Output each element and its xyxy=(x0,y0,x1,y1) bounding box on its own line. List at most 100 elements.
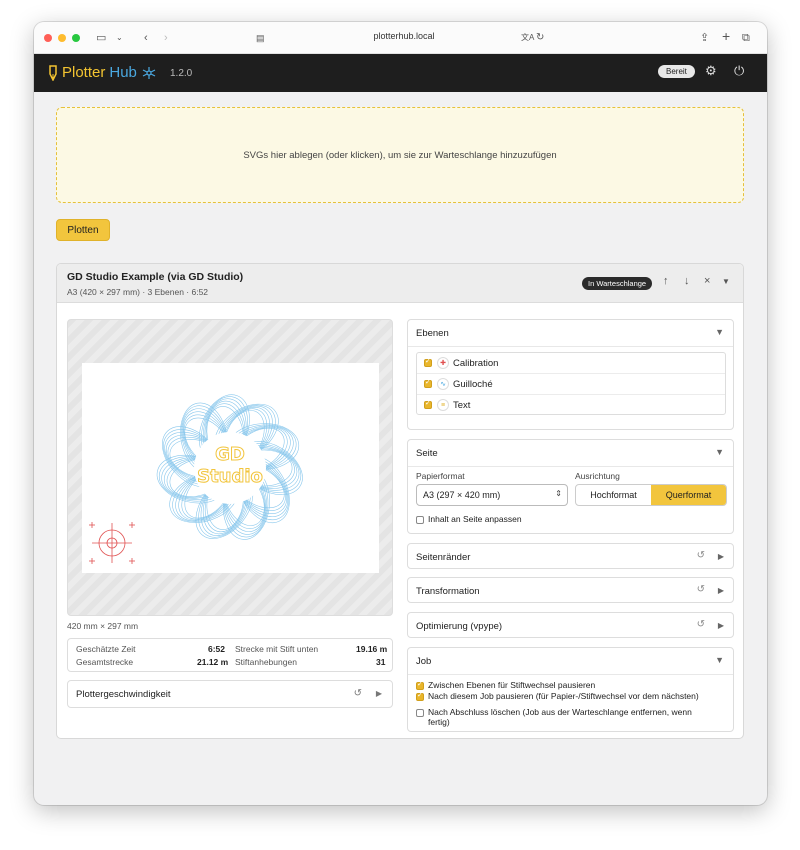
pen-down-label: Strecke mit Stift unten xyxy=(235,644,319,654)
page-icon: ▤ xyxy=(256,33,265,43)
svg-dropzone[interactable]: SVGs hier ablegen (oder klicken), um sie… xyxy=(56,107,744,203)
page-panel: Seite ▼ Papierformat Ausrichtung A3 (297… xyxy=(407,439,734,534)
share-icon[interactable]: ⇪ xyxy=(700,30,709,46)
settings-gear-icon[interactable]: ⚙ xyxy=(705,63,717,79)
dropzone-text: SVGs hier ablegen (oder klicken), um sie… xyxy=(243,149,557,161)
paper-format-label: Papierformat xyxy=(416,471,465,481)
paper-format-select[interactable]: A3 (297 × 420 mm) ⇕ xyxy=(416,484,568,506)
est-time-value: 6:52 xyxy=(208,644,226,654)
close-window-button[interactable] xyxy=(44,34,52,42)
chevron-down-icon[interactable]: ⌄ xyxy=(116,30,123,46)
collapse-icon[interactable]: ▼ xyxy=(722,277,730,286)
pen-icon xyxy=(49,64,57,81)
calibration-mark xyxy=(89,522,135,564)
pause-layers-label: Zwischen Ebenen für Stiftwechsel pausier… xyxy=(428,680,596,690)
move-up-icon[interactable]: ↑ xyxy=(663,275,669,287)
delete-after-label-cont: fertig) xyxy=(428,717,450,727)
plotter-speed-section[interactable]: Plottergeschwindigkeit ↺ ▶ xyxy=(67,680,393,708)
forward-icon[interactable]: › xyxy=(164,30,168,46)
app-header: Plotter Hub 1.2.0 Bereit ⚙ ⏻ xyxy=(34,54,767,92)
layer-name: Text xyxy=(453,400,471,411)
app-version: 1.2.0 xyxy=(170,68,193,79)
zoom-window-button[interactable] xyxy=(72,34,80,42)
expand-arrow-icon[interactable]: ▶ xyxy=(718,552,724,561)
plot-preview: GD Studio xyxy=(67,319,393,616)
pause-after-checkbox[interactable] xyxy=(416,691,424,701)
page-heading[interactable]: Seite xyxy=(416,448,438,459)
tabs-overview-icon[interactable]: ⧉ xyxy=(742,30,750,46)
landscape-option[interactable]: Querformat xyxy=(651,485,726,505)
est-time-label: Geschätzte Zeit xyxy=(76,644,136,654)
paper-dimensions: 420 mm × 297 mm xyxy=(67,621,139,631)
pen-down-value: 19.16 m xyxy=(356,644,388,654)
delete-after-label: Nach Abschluss löschen (Job aus der Wart… xyxy=(428,707,692,717)
collapse-icon[interactable]: ▼ xyxy=(715,447,724,457)
brand-plotter: Plotter xyxy=(62,64,106,81)
job-options-heading[interactable]: Job xyxy=(416,656,431,667)
reset-icon[interactable]: ↺ xyxy=(697,619,705,630)
select-chevron-icon: ⇕ xyxy=(555,489,562,498)
job-title: GD Studio Example (via GD Studio) xyxy=(67,271,244,283)
layer-name: Calibration xyxy=(453,358,499,369)
layers-list: ✚ Calibration ∿ Guilloché ≡ Text xyxy=(416,352,726,415)
layer-checkbox[interactable] xyxy=(424,399,432,409)
layer-checkbox[interactable] xyxy=(424,357,432,367)
section-optimize[interactable]: Optimierung (vpype) ↺ ▶ xyxy=(407,612,734,638)
expand-arrow-icon[interactable]: ▶ xyxy=(718,586,724,595)
reset-icon[interactable]: ↺ xyxy=(697,550,705,561)
new-tab-icon[interactable]: + xyxy=(722,28,730,44)
margins-heading: Seitenränder xyxy=(416,552,471,563)
total-distance-value: 21.12 m xyxy=(197,657,229,667)
paper-format-value: A3 (297 × 420 mm) xyxy=(423,490,501,500)
collapse-icon[interactable]: ▼ xyxy=(715,655,724,665)
reset-icon[interactable]: ↺ xyxy=(697,584,705,595)
layer-item-calibration[interactable]: ✚ Calibration xyxy=(417,353,725,374)
delete-after-checkbox[interactable] xyxy=(416,709,424,717)
job-card-header[interactable]: GD Studio Example (via GD Studio) A3 (42… xyxy=(57,264,743,303)
layer-name: Guilloché xyxy=(453,379,493,390)
layer-item-text[interactable]: ≡ Text xyxy=(417,395,725,416)
job-stats: Geschätzte Zeit 6:52 Gesamtstrecke 21.12… xyxy=(67,638,393,672)
preview-text-studio: Studio xyxy=(197,466,263,487)
reset-icon[interactable]: ↺ xyxy=(354,688,362,699)
text-lines-icon: ≡ xyxy=(437,399,449,411)
expand-arrow-icon[interactable]: ▶ xyxy=(718,621,724,630)
minimize-window-button[interactable] xyxy=(58,34,66,42)
section-transform[interactable]: Transformation ↺ ▶ xyxy=(407,577,734,603)
layer-checkbox[interactable] xyxy=(424,378,432,388)
browser-toolbar: ▭ ⌄ ‹ › ▤ plotterhub.local 文A ↻ ⇪ + ⧉ xyxy=(34,22,767,54)
pause-layers-checkbox[interactable] xyxy=(416,680,424,690)
optimize-heading: Optimierung (vpype) xyxy=(416,621,503,632)
layer-item-guilloche[interactable]: ∿ Guilloché xyxy=(417,374,725,395)
reload-icon[interactable]: ↻ xyxy=(536,30,544,46)
total-distance-label: Gesamtstrecke xyxy=(76,657,134,667)
back-icon[interactable]: ‹ xyxy=(144,30,148,46)
address-bar[interactable]: plotterhub.local xyxy=(334,31,474,41)
wave-icon: ∿ xyxy=(437,378,449,390)
pen-lifts-value: 31 xyxy=(376,657,386,667)
sidebar-toggle-icon[interactable]: ▭ xyxy=(96,30,106,46)
transform-heading: Transformation xyxy=(416,586,480,597)
move-down-icon[interactable]: ↓ xyxy=(684,275,690,287)
plot-button[interactable]: Plotten xyxy=(56,219,110,241)
pen-lifts-label: Stiftanhebungen xyxy=(235,657,297,667)
job-subtitle: A3 (420 × 297 mm) · 3 Ebenen · 6:52 xyxy=(67,287,209,297)
power-icon[interactable]: ⏻ xyxy=(734,63,744,79)
browser-window: ▭ ⌄ ‹ › ▤ plotterhub.local 文A ↻ ⇪ + ⧉ Pl… xyxy=(34,22,767,805)
portrait-option[interactable]: Hochformat xyxy=(576,485,651,505)
preview-drawing: GD Studio xyxy=(89,394,303,564)
paper-sheet: GD Studio xyxy=(82,363,379,573)
job-options-panel: Job ▼ Zwischen Ebenen für Stiftwechsel p… xyxy=(407,647,734,732)
layers-heading[interactable]: Ebenen xyxy=(416,328,449,339)
translate-icon[interactable]: 文A xyxy=(521,30,534,46)
preview-text-gd: GD xyxy=(215,444,245,465)
remove-job-icon[interactable]: × xyxy=(704,275,710,287)
collapse-icon[interactable]: ▼ xyxy=(715,327,724,337)
fit-checkbox[interactable] xyxy=(416,516,424,524)
job-card: GD Studio Example (via GD Studio) A3 (42… xyxy=(56,263,744,739)
expand-arrow-icon[interactable]: ▶ xyxy=(376,689,382,698)
orientation-toggle[interactable]: Hochformat Querformat xyxy=(575,484,727,506)
app-logo[interactable]: Plotter Hub xyxy=(48,64,157,81)
brand-hub: Hub xyxy=(109,64,137,81)
section-margins[interactable]: Seitenränder ↺ ▶ xyxy=(407,543,734,569)
